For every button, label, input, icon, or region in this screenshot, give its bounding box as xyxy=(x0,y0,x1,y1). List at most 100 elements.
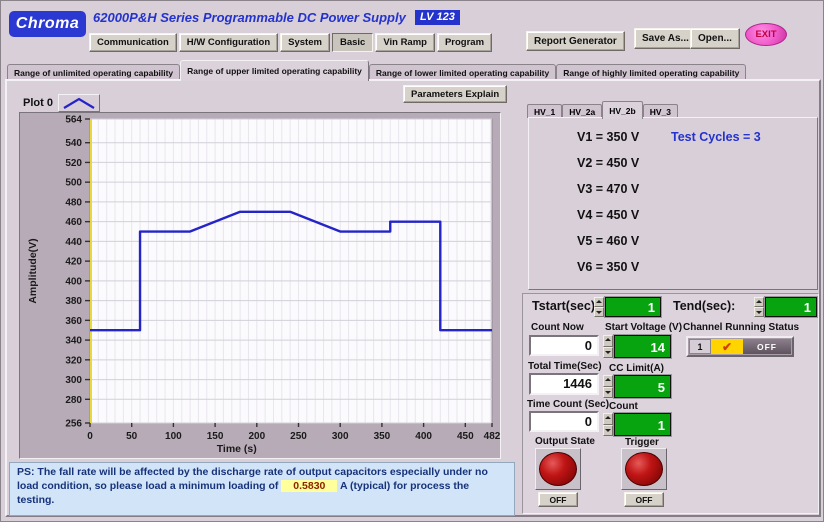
tstart-spinner[interactable] xyxy=(594,297,604,317)
channel-running-status-label: Channel Running Status xyxy=(683,322,799,333)
tab-range-of-upper-limited-operating-capability[interactable]: Range of upper limited operating capabil… xyxy=(180,60,369,81)
svg-text:0: 0 xyxy=(87,431,93,442)
cc-limit-spinner[interactable] xyxy=(603,375,613,398)
hv-value-1: V1 = 350 V xyxy=(577,130,639,144)
ps-note: PS: The fall rate will be affected by th… xyxy=(9,462,515,516)
tab-range-of-highly-limited-operating-capability[interactable]: Range of highly limited operating capabi… xyxy=(556,64,746,80)
channel-check-icon: ✔ xyxy=(711,339,743,354)
waveform-plot-panel: 2562803003203403603804004204404604805005… xyxy=(19,112,501,459)
svg-text:Time (s): Time (s) xyxy=(217,443,257,455)
tstart-label: Tstart(sec): xyxy=(532,299,599,313)
svg-text:Amplitude(V): Amplitude(V) xyxy=(27,238,39,303)
channel-number: 1 xyxy=(689,339,711,354)
svg-text:320: 320 xyxy=(65,355,82,366)
save-as-button[interactable]: Save As... xyxy=(634,28,697,49)
tend-label: Tend(sec): xyxy=(673,299,735,313)
hv-value-4: V4 = 450 V xyxy=(577,208,639,222)
svg-text:256: 256 xyxy=(65,419,82,430)
svg-text:482: 482 xyxy=(484,431,500,442)
svg-text:480: 480 xyxy=(65,197,82,208)
svg-text:420: 420 xyxy=(65,257,82,268)
menu-h-w-configuration[interactable]: H/W Configuration xyxy=(179,33,278,52)
svg-text:150: 150 xyxy=(207,431,224,442)
cc-limit-field[interactable]: 5 xyxy=(614,375,671,398)
svg-text:100: 100 xyxy=(165,431,182,442)
exit-button[interactable]: EXIT xyxy=(745,23,787,46)
svg-text:564: 564 xyxy=(65,115,82,126)
menu-vin-ramp[interactable]: Vin Ramp xyxy=(375,33,435,52)
total-time-label: Total Time(Sec) xyxy=(528,361,602,372)
chroma-logo: Chroma xyxy=(9,11,86,37)
tend-field[interactable]: 1 xyxy=(765,297,817,317)
trigger-label: Trigger xyxy=(625,437,659,448)
parameters-explain-button[interactable]: Parameters Explain xyxy=(403,85,507,103)
channel-running-status-widget[interactable]: 1 ✔ OFF xyxy=(686,336,794,357)
count-label: Count xyxy=(609,401,638,412)
hv-tab-bar: HV_1HV_2aHV_2bHV_3 xyxy=(527,100,678,118)
count-field[interactable]: 1 xyxy=(614,413,671,436)
hv-tab-hv-3[interactable]: HV_3 xyxy=(643,104,678,118)
hv-value-6: V6 = 350 V xyxy=(577,260,639,274)
time-count-label: Time Count (Sec) xyxy=(527,399,609,410)
app-title: 62000P&H Series Programmable DC Power Su… xyxy=(93,10,406,25)
hv-value-2: V2 = 450 V xyxy=(577,156,639,170)
plot-legend-style-box[interactable] xyxy=(58,94,100,112)
start-voltage-spinner[interactable] xyxy=(603,335,613,358)
report-generator-button[interactable]: Report Generator xyxy=(526,31,625,51)
trigger-off-button[interactable]: OFF xyxy=(624,492,664,507)
count-now-field: 0 xyxy=(529,335,599,356)
hv-value-3: V3 = 470 V xyxy=(577,182,639,196)
hv-value-5: V5 = 460 V xyxy=(577,234,639,248)
tab-range-of-lower-limited-operating-capability[interactable]: Range of lower limited operating capabil… xyxy=(369,64,556,80)
svg-text:350: 350 xyxy=(374,431,391,442)
output-state-button[interactable] xyxy=(539,452,577,486)
menu-program[interactable]: Program xyxy=(437,33,492,52)
tstart-field[interactable]: 1 xyxy=(605,297,661,317)
app-window: Chroma 62000P&H Series Programmable DC P… xyxy=(0,0,824,522)
line-style-icon xyxy=(61,96,97,110)
svg-text:400: 400 xyxy=(415,431,432,442)
svg-text:360: 360 xyxy=(65,316,82,327)
start-voltage-field[interactable]: 14 xyxy=(614,335,671,358)
svg-text:50: 50 xyxy=(126,431,138,442)
svg-text:250: 250 xyxy=(290,431,307,442)
range-tab-bar: Range of unlimited operating capabilityR… xyxy=(7,60,746,80)
svg-text:300: 300 xyxy=(332,431,349,442)
trigger-button[interactable] xyxy=(625,452,663,486)
svg-text:280: 280 xyxy=(65,395,82,406)
lv-version-badge: LV 123 xyxy=(415,10,460,25)
hv-values-panel: Test Cycles = 3 V1 = 350 VV2 = 450 VV3 =… xyxy=(528,117,818,290)
svg-text:400: 400 xyxy=(65,276,82,287)
svg-text:450: 450 xyxy=(457,431,474,442)
cc-limit-label: CC Limit(A) xyxy=(609,363,664,374)
trigger-plate xyxy=(621,448,667,490)
menu-basic[interactable]: Basic xyxy=(332,33,373,52)
output-state-plate xyxy=(535,448,581,490)
total-time-field: 1446 xyxy=(529,373,599,395)
tend-spinner[interactable] xyxy=(754,297,764,317)
output-state-off-button[interactable]: OFF xyxy=(538,492,578,507)
count-spinner[interactable] xyxy=(603,413,613,436)
channel-state: OFF xyxy=(743,339,791,354)
svg-text:300: 300 xyxy=(65,375,82,386)
menu-system[interactable]: System xyxy=(280,33,330,52)
menu-bar: CommunicationH/W ConfigurationSystemBasi… xyxy=(89,33,492,52)
output-state-label: Output State xyxy=(535,436,595,447)
hv-tab-hv-2a[interactable]: HV_2a xyxy=(562,104,602,118)
time-count-field: 0 xyxy=(529,411,599,432)
menu-communication[interactable]: Communication xyxy=(89,33,177,52)
svg-text:520: 520 xyxy=(65,158,82,169)
hv-tab-hv-1[interactable]: HV_1 xyxy=(527,104,562,118)
plot-legend-label: Plot 0 xyxy=(23,97,53,109)
svg-text:200: 200 xyxy=(248,431,265,442)
hv-tab-hv-2b[interactable]: HV_2b xyxy=(602,101,642,119)
svg-text:340: 340 xyxy=(65,336,82,347)
open-button[interactable]: Open... xyxy=(690,28,740,49)
svg-text:500: 500 xyxy=(65,178,82,189)
tab-range-of-unlimited-operating-capability[interactable]: Range of unlimited operating capability xyxy=(7,64,180,80)
start-voltage-label: Start Voltage (V) xyxy=(605,322,682,333)
waveform-chart: 2562803003203403603804004204404604805005… xyxy=(20,113,500,458)
svg-text:380: 380 xyxy=(65,296,82,307)
count-now-label: Count Now xyxy=(531,322,584,333)
note-loading-value: 0.5830 xyxy=(281,480,337,492)
